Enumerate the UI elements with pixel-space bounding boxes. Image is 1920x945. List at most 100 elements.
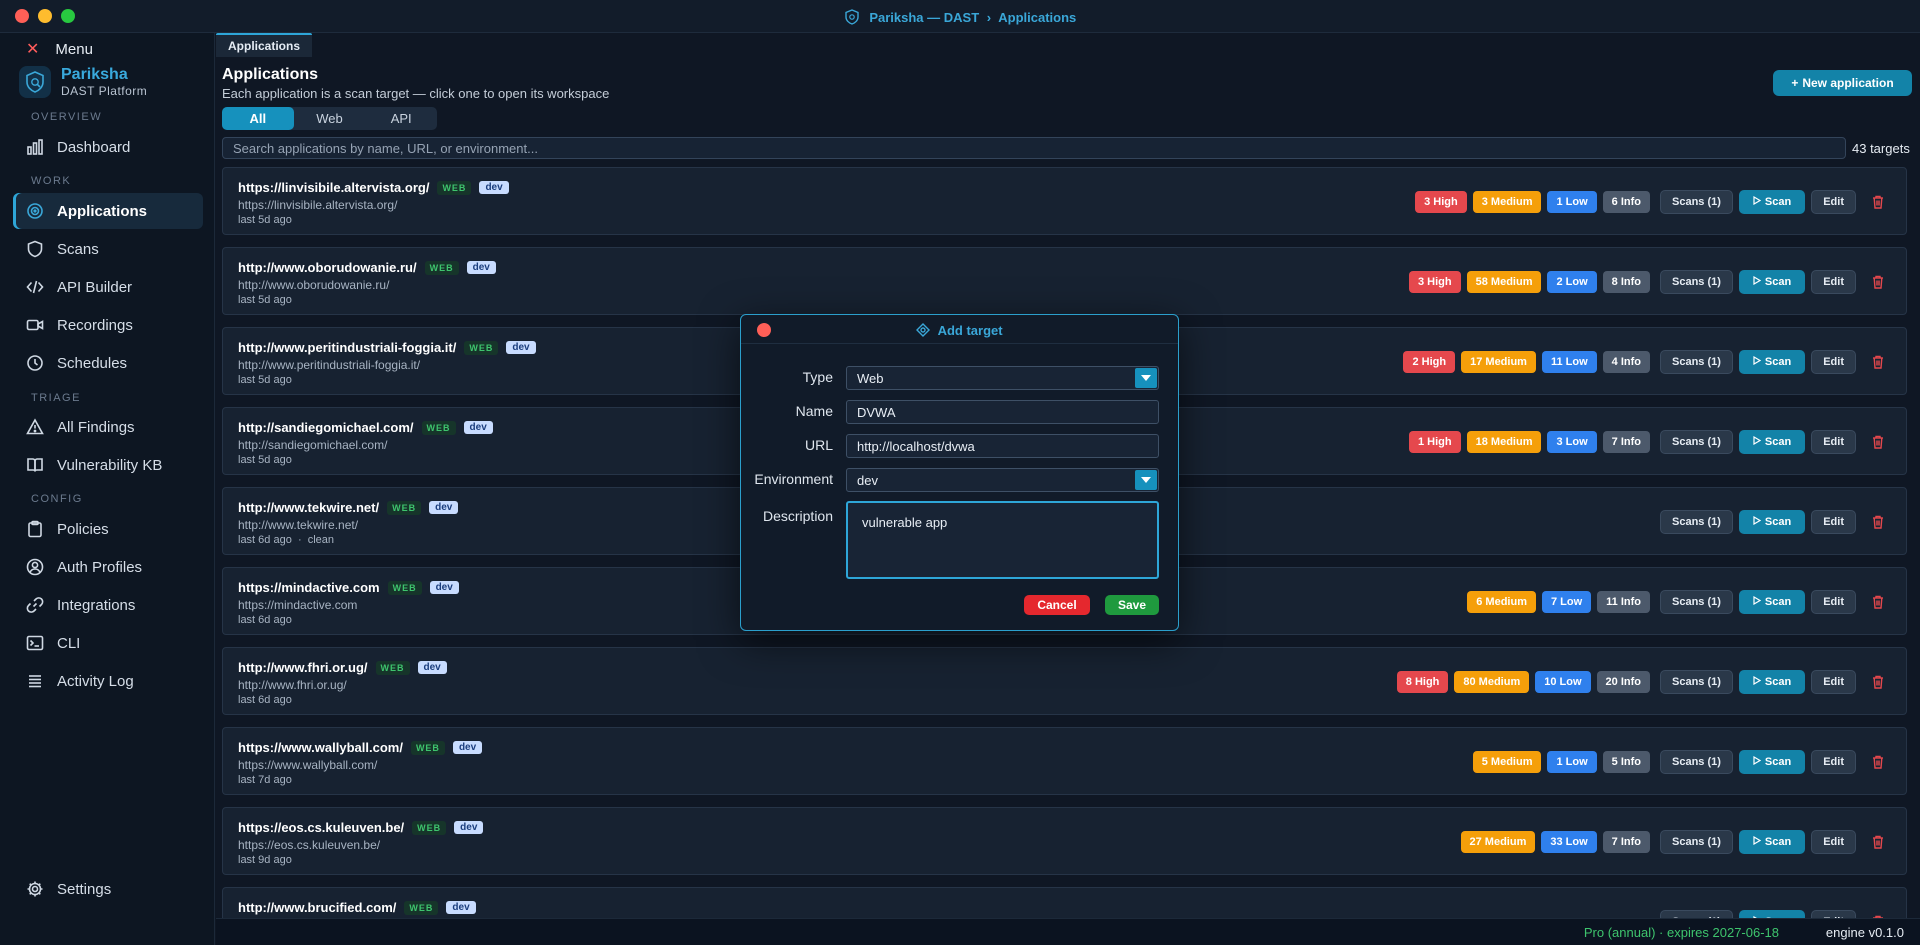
table-row[interactable]: https://linvisibile.altervista.org/WEB de… xyxy=(222,167,1907,235)
sidebar-item-activity-log[interactable]: Activity Log xyxy=(13,663,203,699)
code-icon xyxy=(25,277,45,297)
scan-button[interactable]: Scan xyxy=(1738,190,1806,214)
scan-button[interactable]: Scan xyxy=(1738,350,1806,374)
sidebar-item-recordings[interactable]: Recordings xyxy=(13,307,203,343)
table-row[interactable]: http://www.oborudowanie.ru/WEB dev http://… xyxy=(222,247,1907,315)
name-field[interactable] xyxy=(846,400,1159,424)
filter-web[interactable]: Web xyxy=(294,107,366,130)
last-scan: last 5d ago xyxy=(238,454,292,466)
trash-icon[interactable] xyxy=(1868,270,1888,294)
scans-button[interactable]: Scans (1) xyxy=(1660,590,1733,614)
save-button[interactable]: Save xyxy=(1105,595,1159,615)
edit-button[interactable]: Edit xyxy=(1811,750,1856,774)
scan-button[interactable]: Scan xyxy=(1738,830,1806,854)
type-tag: WEB xyxy=(412,820,447,835)
description-field[interactable] xyxy=(846,501,1159,579)
scans-button[interactable]: Scans (1) xyxy=(1660,510,1733,534)
scan-button[interactable]: Scan xyxy=(1738,670,1806,694)
last-scan-text: last 6d ago xyxy=(238,694,292,706)
scans-button[interactable]: Scans (1) xyxy=(1660,270,1733,294)
last-scan: last 5d ago xyxy=(238,214,292,226)
sidebar-item-settings[interactable]: Settings xyxy=(13,871,203,907)
scan-button[interactable]: Scan xyxy=(1738,590,1806,614)
trash-icon[interactable] xyxy=(1868,590,1888,614)
app-url: http://www.oborudowanie.ru/ xyxy=(238,278,390,292)
app-url: http://www.fhri.or.ug/ xyxy=(238,678,347,692)
app-name: https://mindactive.com WEB dev xyxy=(238,580,459,595)
env-tag: dev xyxy=(479,181,509,194)
scan-button[interactable]: Scan xyxy=(1738,430,1806,454)
trash-icon[interactable] xyxy=(1868,510,1888,534)
edit-button[interactable]: Edit xyxy=(1811,830,1856,854)
scans-button[interactable]: Scans (1) xyxy=(1660,830,1733,854)
trash-icon[interactable] xyxy=(1868,190,1888,214)
menu-toggle[interactable]: ✕ Menu xyxy=(26,39,93,59)
edit-button[interactable]: Edit xyxy=(1811,270,1856,294)
app-name: http://www.oborudowanie.ru/WEB dev xyxy=(238,260,496,275)
sidebar-item-cli[interactable]: CLI xyxy=(13,625,203,661)
filter-api[interactable]: API xyxy=(365,107,437,130)
trash-icon[interactable] xyxy=(1868,430,1888,454)
filter-all[interactable]: All xyxy=(222,107,294,130)
app-url: http://www.peritindustriali-foggia.it/ xyxy=(238,358,421,372)
row-actions: 3 High 58 Medium 2 Low 8 Info Scans (1) Scan E… xyxy=(1409,270,1888,294)
cancel-button[interactable]: Cancel xyxy=(1024,595,1090,615)
scan-button[interactable]: Scan xyxy=(1738,270,1806,294)
trash-icon[interactable] xyxy=(1868,670,1888,694)
trash-icon[interactable] xyxy=(1868,350,1888,374)
new-application-button[interactable]: + New application xyxy=(1773,70,1912,96)
trash-icon[interactable] xyxy=(1868,830,1888,854)
trash-icon[interactable] xyxy=(1868,910,1888,918)
url-field[interactable] xyxy=(846,434,1159,458)
sidebar-item-dashboard[interactable]: Dashboard xyxy=(13,129,203,165)
sidebar-item-policies[interactable]: Policies xyxy=(13,511,203,547)
close-icon[interactable]: ✕ xyxy=(26,39,39,59)
scans-button[interactable]: Scans (1) xyxy=(1660,190,1733,214)
sidebar-item-schedules[interactable]: Schedules xyxy=(13,345,203,381)
target-count: 43 targets xyxy=(1852,141,1910,156)
window-title-app: Pariksha — DAST xyxy=(869,10,980,25)
edit-button[interactable]: Edit xyxy=(1811,190,1856,214)
sidebar-item-applications[interactable]: Applications xyxy=(13,193,203,229)
table-row[interactable]: http://www.brucified.com/WEB dev Scans (1)… xyxy=(222,887,1907,918)
scan-label: Scan xyxy=(1764,756,1792,768)
chevron-down-icon[interactable] xyxy=(1135,470,1157,490)
scans-button[interactable]: Scans (1) xyxy=(1660,750,1733,774)
edit-button[interactable]: Edit xyxy=(1811,510,1856,534)
edit-button[interactable]: Edit xyxy=(1811,670,1856,694)
environment-select[interactable]: dev xyxy=(846,468,1159,492)
tab-applications[interactable]: Applications xyxy=(216,33,313,57)
app-name-text: http://www.peritindustriali-foggia.it/ xyxy=(238,340,457,355)
table-row[interactable]: https://eos.cs.kuleuven.be/WEB dev https:/… xyxy=(222,807,1907,875)
sidebar-item-api-builder[interactable]: API Builder xyxy=(13,269,203,305)
scans-button[interactable]: Scans (1) xyxy=(1660,350,1733,374)
app-url: https://mindactive.com xyxy=(238,598,358,612)
last-scan: last 9d ago xyxy=(238,854,292,866)
sidebar-item-auth-profiles[interactable]: Auth Profiles xyxy=(13,549,203,585)
sidebar-item-integrations[interactable]: Integrations xyxy=(13,587,203,623)
edit-button[interactable]: Edit xyxy=(1811,910,1856,918)
type-select[interactable]: Web xyxy=(846,366,1159,390)
table-row[interactable]: https://www.wallyball.com/WEB dev https://… xyxy=(222,727,1907,795)
scans-button[interactable]: Scans (1) xyxy=(1660,670,1733,694)
table-row[interactable]: http://www.fhri.or.ug/WEB dev http://www.f… xyxy=(222,647,1907,715)
scans-button[interactable]: Scans (1) xyxy=(1660,910,1733,918)
row-actions: Scans (1) Scan Edit xyxy=(1656,910,1888,918)
brand-subtitle: DAST Platform xyxy=(61,84,148,98)
type-label: Type xyxy=(802,369,833,385)
edit-button[interactable]: Edit xyxy=(1811,350,1856,374)
app-name: http://www.brucified.com/WEB dev xyxy=(238,900,476,915)
scan-button[interactable]: Scan xyxy=(1738,910,1806,918)
chevron-down-icon[interactable] xyxy=(1135,368,1157,388)
scan-button[interactable]: Scan xyxy=(1738,510,1806,534)
scans-button[interactable]: Scans (1) xyxy=(1660,430,1733,454)
edit-button[interactable]: Edit xyxy=(1811,590,1856,614)
edit-button[interactable]: Edit xyxy=(1811,430,1856,454)
sidebar-item-vulnerability-kb[interactable]: Vulnerability KB xyxy=(13,447,203,483)
sidebar-item-all-findings[interactable]: All Findings xyxy=(13,409,203,445)
sidebar-item-scans[interactable]: Scans xyxy=(13,231,203,267)
trash-icon[interactable] xyxy=(1868,750,1888,774)
sidebar-item-label: Auth Profiles xyxy=(57,558,143,576)
search-input[interactable] xyxy=(222,137,1846,159)
scan-button[interactable]: Scan xyxy=(1738,750,1806,774)
